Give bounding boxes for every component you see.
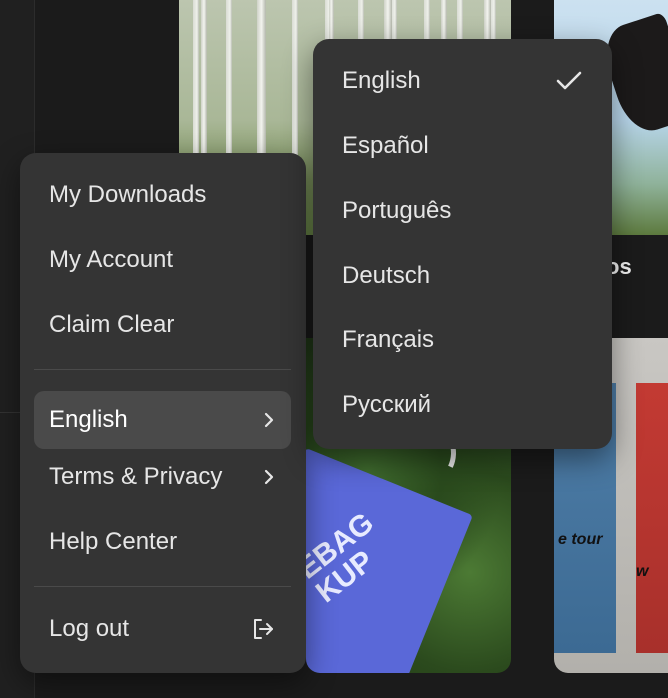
chevron-right-icon (262, 410, 276, 430)
menu-item-label: Claim Clear (49, 311, 175, 338)
menu-divider (34, 586, 291, 587)
language-option-label: Español (342, 132, 429, 159)
language-menu: English Español Português Deutsch França… (313, 39, 612, 449)
menu-divider (34, 369, 291, 370)
chevron-right-icon (262, 467, 276, 487)
menu-item-claim-clear[interactable]: Claim Clear (34, 296, 291, 354)
red-poster: w (636, 383, 668, 653)
language-option-label: Português (342, 197, 452, 224)
menu-item-log-out[interactable]: Log out (34, 600, 291, 658)
language-option-english[interactable]: English (327, 52, 598, 110)
menu-item-label: Terms & Privacy (49, 463, 223, 490)
language-option-label: Русский (342, 391, 432, 418)
check-icon (555, 70, 583, 92)
menu-item-label: English (49, 406, 128, 433)
tote-bag-text: EBAG KUP (306, 506, 381, 610)
language-option-label: Français (342, 326, 435, 353)
menu-item-label: My Account (49, 246, 174, 273)
poster-label: w (636, 563, 649, 580)
tote-bag: EBAG KUP (306, 448, 473, 673)
menu-item-my-account[interactable]: My Account (34, 231, 291, 289)
logout-icon (250, 616, 276, 642)
menu-item-my-downloads[interactable]: My Downloads (34, 166, 291, 224)
poster-label: e tour (558, 531, 603, 548)
language-option-label: English (342, 67, 421, 94)
language-option-francais[interactable]: Français (327, 311, 598, 369)
menu-item-help-center[interactable]: Help Center (34, 513, 291, 571)
account-menu: My Downloads My Account Claim Clear Engl… (20, 153, 306, 673)
menu-item-label: Log out (49, 615, 130, 642)
menu-item-terms-privacy[interactable]: Terms & Privacy (34, 448, 291, 506)
menu-item-label: My Downloads (49, 181, 207, 208)
menu-item-language[interactable]: English (34, 391, 291, 449)
language-option-deutsch[interactable]: Deutsch (327, 247, 598, 305)
language-option-espanol[interactable]: Español (327, 117, 598, 175)
language-option-label: Deutsch (342, 262, 431, 289)
language-option-russian[interactable]: Русский (327, 376, 598, 434)
app-page: os EBAG KUP e tour w My Downloads My Acc… (0, 0, 668, 698)
language-option-portugues[interactable]: Português (327, 182, 598, 240)
menu-item-label: Help Center (49, 528, 178, 555)
